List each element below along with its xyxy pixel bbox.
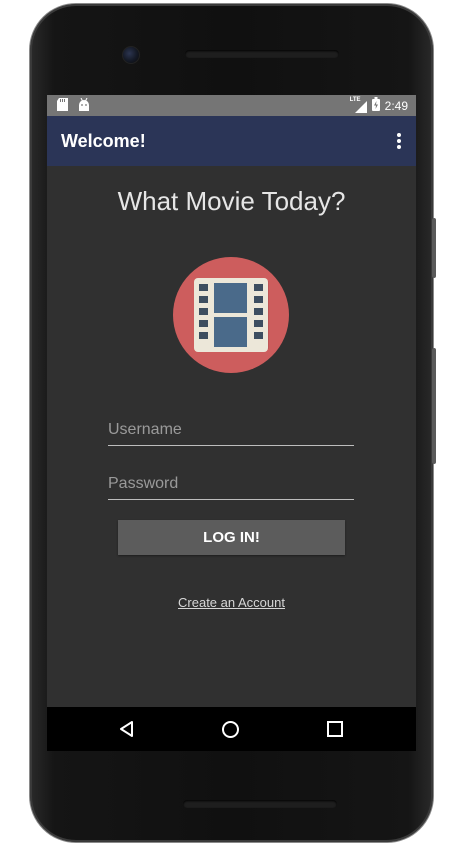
bottom-speaker (183, 800, 337, 808)
password-input[interactable] (108, 471, 354, 497)
password-field[interactable] (108, 471, 354, 500)
app-bar: Welcome! (47, 116, 416, 166)
volume-button[interactable] (432, 218, 436, 278)
android-icon (78, 97, 90, 116)
username-input[interactable] (108, 417, 354, 443)
create-account-label[interactable]: Create an Account (178, 595, 285, 610)
film-strip-icon (194, 278, 269, 352)
page-title: What Movie Today? (117, 186, 346, 216)
back-icon[interactable] (118, 720, 136, 743)
login-button[interactable]: LOG IN! (118, 520, 345, 555)
clock: 2:49 (384, 98, 408, 113)
app-bar-title: Welcome! (61, 131, 146, 151)
app-logo (173, 257, 289, 373)
username-field[interactable] (108, 417, 354, 446)
create-account-link[interactable]: Create an Account (47, 595, 416, 610)
top-speaker (185, 50, 339, 58)
app-screen: LTE 2:49 Welcome! What Movie Today? User… (47, 95, 416, 707)
status-bar: LTE 2:49 (47, 95, 416, 116)
lte-signal-icon: LTE (350, 97, 367, 113)
overflow-menu-icon[interactable] (394, 131, 404, 151)
home-icon[interactable] (221, 720, 240, 744)
battery-icon (371, 97, 380, 114)
sd-card-icon (57, 98, 68, 116)
recents-icon[interactable] (327, 721, 343, 742)
front-camera (122, 46, 140, 64)
navigation-bar (47, 707, 416, 751)
power-button[interactable] (432, 348, 436, 464)
